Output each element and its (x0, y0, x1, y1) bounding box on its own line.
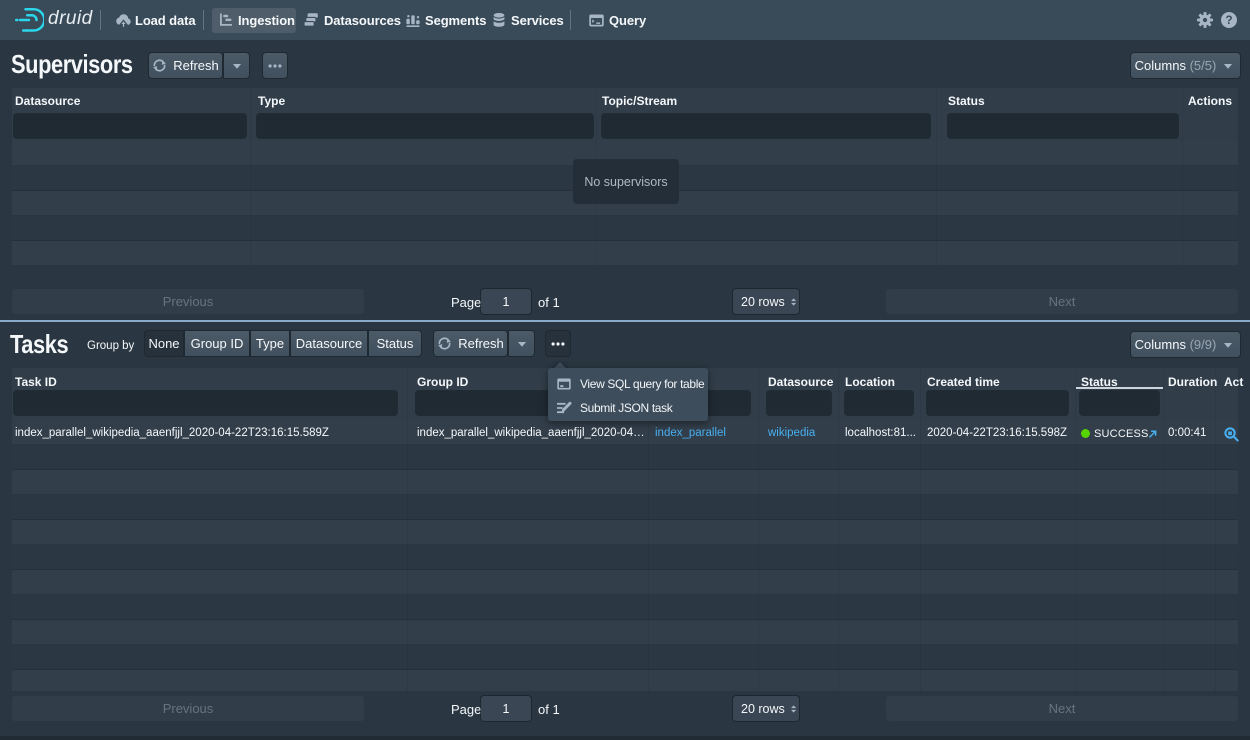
svg-text:?: ? (1225, 15, 1232, 27)
